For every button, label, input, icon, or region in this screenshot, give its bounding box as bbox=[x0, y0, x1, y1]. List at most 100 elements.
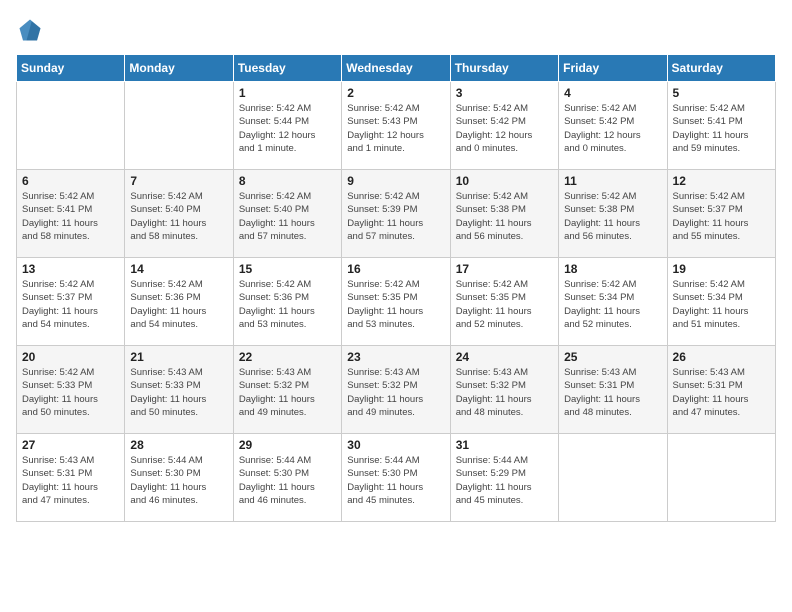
day-number: 5 bbox=[673, 86, 770, 100]
day-info: Sunrise: 5:42 AMSunset: 5:39 PMDaylight:… bbox=[347, 190, 444, 243]
day-info: Sunrise: 5:44 AMSunset: 5:29 PMDaylight:… bbox=[456, 454, 553, 507]
day-cell: 29 Sunrise: 5:44 AMSunset: 5:30 PMDayligh… bbox=[233, 434, 341, 522]
day-number: 3 bbox=[456, 86, 553, 100]
day-cell: 14 Sunrise: 5:42 AMSunset: 5:36 PMDayligh… bbox=[125, 258, 233, 346]
day-info: Sunrise: 5:42 AMSunset: 5:37 PMDaylight:… bbox=[673, 190, 770, 243]
day-info: Sunrise: 5:42 AMSunset: 5:43 PMDaylight:… bbox=[347, 102, 444, 155]
day-number: 21 bbox=[130, 350, 227, 364]
day-cell: 13Sunrise: 5:42 AMSunset: 5:37 PMDayligh… bbox=[17, 258, 125, 346]
day-info: Sunrise: 5:43 AMSunset: 5:32 PMDaylight:… bbox=[239, 366, 336, 419]
day-cell: 11 Sunrise: 5:42 AMSunset: 5:38 PMDayligh… bbox=[559, 170, 667, 258]
day-info: Sunrise: 5:42 AMSunset: 5:44 PMDaylight:… bbox=[239, 102, 336, 155]
day-info: Sunrise: 5:42 AMSunset: 5:33 PMDaylight:… bbox=[22, 366, 119, 419]
day-header-thursday: Thursday bbox=[450, 55, 558, 82]
day-info: Sunrise: 5:43 AMSunset: 5:32 PMDaylight:… bbox=[347, 366, 444, 419]
day-number: 8 bbox=[239, 174, 336, 188]
day-cell bbox=[667, 434, 775, 522]
calendar-body: 1 Sunrise: 5:42 AMSunset: 5:44 PMDaylight… bbox=[17, 82, 776, 522]
day-number: 12 bbox=[673, 174, 770, 188]
day-number: 27 bbox=[22, 438, 119, 452]
day-number: 16 bbox=[347, 262, 444, 276]
week-row-4: 20 Sunrise: 5:42 AMSunset: 5:33 PMDayligh… bbox=[17, 346, 776, 434]
day-number: 10 bbox=[456, 174, 553, 188]
day-cell: 27 Sunrise: 5:43 AMSunset: 5:31 PMDayligh… bbox=[17, 434, 125, 522]
day-number: 22 bbox=[239, 350, 336, 364]
day-info: Sunrise: 5:42 AMSunset: 5:41 PMDaylight:… bbox=[673, 102, 770, 155]
day-number: 19 bbox=[673, 262, 770, 276]
day-cell: 9 Sunrise: 5:42 AMSunset: 5:39 PMDaylight… bbox=[342, 170, 450, 258]
day-cell: 23 Sunrise: 5:43 AMSunset: 5:32 PMDayligh… bbox=[342, 346, 450, 434]
day-cell: 10Sunrise: 5:42 AMSunset: 5:38 PMDayligh… bbox=[450, 170, 558, 258]
day-info: Sunrise: 5:42 AMSunset: 5:42 PMDaylight:… bbox=[564, 102, 661, 155]
day-cell: 7 Sunrise: 5:42 AMSunset: 5:40 PMDaylight… bbox=[125, 170, 233, 258]
day-cell: 4 Sunrise: 5:42 AMSunset: 5:42 PMDaylight… bbox=[559, 82, 667, 170]
day-header-monday: Monday bbox=[125, 55, 233, 82]
day-cell: 18 Sunrise: 5:42 AMSunset: 5:34 PMDayligh… bbox=[559, 258, 667, 346]
day-info: Sunrise: 5:42 AMSunset: 5:41 PMDaylight:… bbox=[22, 190, 119, 243]
day-cell: 19 Sunrise: 5:42 AMSunset: 5:34 PMDayligh… bbox=[667, 258, 775, 346]
day-number: 6 bbox=[22, 174, 119, 188]
day-number: 29 bbox=[239, 438, 336, 452]
day-cell: 5 Sunrise: 5:42 AMSunset: 5:41 PMDaylight… bbox=[667, 82, 775, 170]
day-number: 7 bbox=[130, 174, 227, 188]
logo-icon bbox=[16, 16, 44, 44]
day-info: Sunrise: 5:43 AMSunset: 5:32 PMDaylight:… bbox=[456, 366, 553, 419]
day-cell: 26Sunrise: 5:43 AMSunset: 5:31 PMDayligh… bbox=[667, 346, 775, 434]
day-cell: 2Sunrise: 5:42 AMSunset: 5:43 PMDaylight… bbox=[342, 82, 450, 170]
day-cell: 31Sunrise: 5:44 AMSunset: 5:29 PMDayligh… bbox=[450, 434, 558, 522]
week-row-1: 1 Sunrise: 5:42 AMSunset: 5:44 PMDaylight… bbox=[17, 82, 776, 170]
day-cell: 24 Sunrise: 5:43 AMSunset: 5:32 PMDayligh… bbox=[450, 346, 558, 434]
day-cell: 8Sunrise: 5:42 AMSunset: 5:40 PMDaylight… bbox=[233, 170, 341, 258]
day-number: 24 bbox=[456, 350, 553, 364]
day-cell: 21Sunrise: 5:43 AMSunset: 5:33 PMDayligh… bbox=[125, 346, 233, 434]
calendar-table: SundayMondayTuesdayWednesdayThursdayFrid… bbox=[16, 54, 776, 522]
week-row-3: 13Sunrise: 5:42 AMSunset: 5:37 PMDayligh… bbox=[17, 258, 776, 346]
day-info: Sunrise: 5:43 AMSunset: 5:31 PMDaylight:… bbox=[564, 366, 661, 419]
day-info: Sunrise: 5:42 AMSunset: 5:42 PMDaylight:… bbox=[456, 102, 553, 155]
day-info: Sunrise: 5:42 AMSunset: 5:36 PMDaylight:… bbox=[130, 278, 227, 331]
day-header-saturday: Saturday bbox=[667, 55, 775, 82]
day-number: 20 bbox=[22, 350, 119, 364]
day-number: 1 bbox=[239, 86, 336, 100]
day-info: Sunrise: 5:42 AMSunset: 5:34 PMDaylight:… bbox=[564, 278, 661, 331]
day-info: Sunrise: 5:42 AMSunset: 5:35 PMDaylight:… bbox=[456, 278, 553, 331]
day-info: Sunrise: 5:42 AMSunset: 5:34 PMDaylight:… bbox=[673, 278, 770, 331]
day-cell: 17 Sunrise: 5:42 AMSunset: 5:35 PMDayligh… bbox=[450, 258, 558, 346]
day-number: 9 bbox=[347, 174, 444, 188]
day-number: 11 bbox=[564, 174, 661, 188]
day-info: Sunrise: 5:42 AMSunset: 5:35 PMDaylight:… bbox=[347, 278, 444, 331]
day-cell: 22 Sunrise: 5:43 AMSunset: 5:32 PMDayligh… bbox=[233, 346, 341, 434]
day-info: Sunrise: 5:42 AMSunset: 5:40 PMDaylight:… bbox=[130, 190, 227, 243]
day-info: Sunrise: 5:44 AMSunset: 5:30 PMDaylight:… bbox=[130, 454, 227, 507]
day-info: Sunrise: 5:44 AMSunset: 5:30 PMDaylight:… bbox=[239, 454, 336, 507]
day-number: 13 bbox=[22, 262, 119, 276]
day-cell: 28 Sunrise: 5:44 AMSunset: 5:30 PMDayligh… bbox=[125, 434, 233, 522]
page-header bbox=[16, 16, 776, 44]
day-cell: 1 Sunrise: 5:42 AMSunset: 5:44 PMDaylight… bbox=[233, 82, 341, 170]
day-cell bbox=[17, 82, 125, 170]
day-cell: 16 Sunrise: 5:42 AMSunset: 5:35 PMDayligh… bbox=[342, 258, 450, 346]
day-info: Sunrise: 5:44 AMSunset: 5:30 PMDaylight:… bbox=[347, 454, 444, 507]
day-number: 17 bbox=[456, 262, 553, 276]
day-cell: 15Sunrise: 5:42 AMSunset: 5:36 PMDayligh… bbox=[233, 258, 341, 346]
day-cell: 12 Sunrise: 5:42 AMSunset: 5:37 PMDayligh… bbox=[667, 170, 775, 258]
day-number: 28 bbox=[130, 438, 227, 452]
day-number: 18 bbox=[564, 262, 661, 276]
day-cell: 20 Sunrise: 5:42 AMSunset: 5:33 PMDayligh… bbox=[17, 346, 125, 434]
logo bbox=[16, 16, 48, 44]
day-number: 25 bbox=[564, 350, 661, 364]
day-info: Sunrise: 5:43 AMSunset: 5:31 PMDaylight:… bbox=[22, 454, 119, 507]
day-number: 23 bbox=[347, 350, 444, 364]
day-number: 14 bbox=[130, 262, 227, 276]
day-number: 15 bbox=[239, 262, 336, 276]
day-cell: 3 Sunrise: 5:42 AMSunset: 5:42 PMDaylight… bbox=[450, 82, 558, 170]
week-row-2: 6 Sunrise: 5:42 AMSunset: 5:41 PMDaylight… bbox=[17, 170, 776, 258]
day-cell: 25 Sunrise: 5:43 AMSunset: 5:31 PMDayligh… bbox=[559, 346, 667, 434]
day-cell bbox=[559, 434, 667, 522]
week-row-5: 27 Sunrise: 5:43 AMSunset: 5:31 PMDayligh… bbox=[17, 434, 776, 522]
day-cell: 6 Sunrise: 5:42 AMSunset: 5:41 PMDaylight… bbox=[17, 170, 125, 258]
day-info: Sunrise: 5:43 AMSunset: 5:31 PMDaylight:… bbox=[673, 366, 770, 419]
day-number: 4 bbox=[564, 86, 661, 100]
day-cell bbox=[125, 82, 233, 170]
day-info: Sunrise: 5:42 AMSunset: 5:38 PMDaylight:… bbox=[564, 190, 661, 243]
